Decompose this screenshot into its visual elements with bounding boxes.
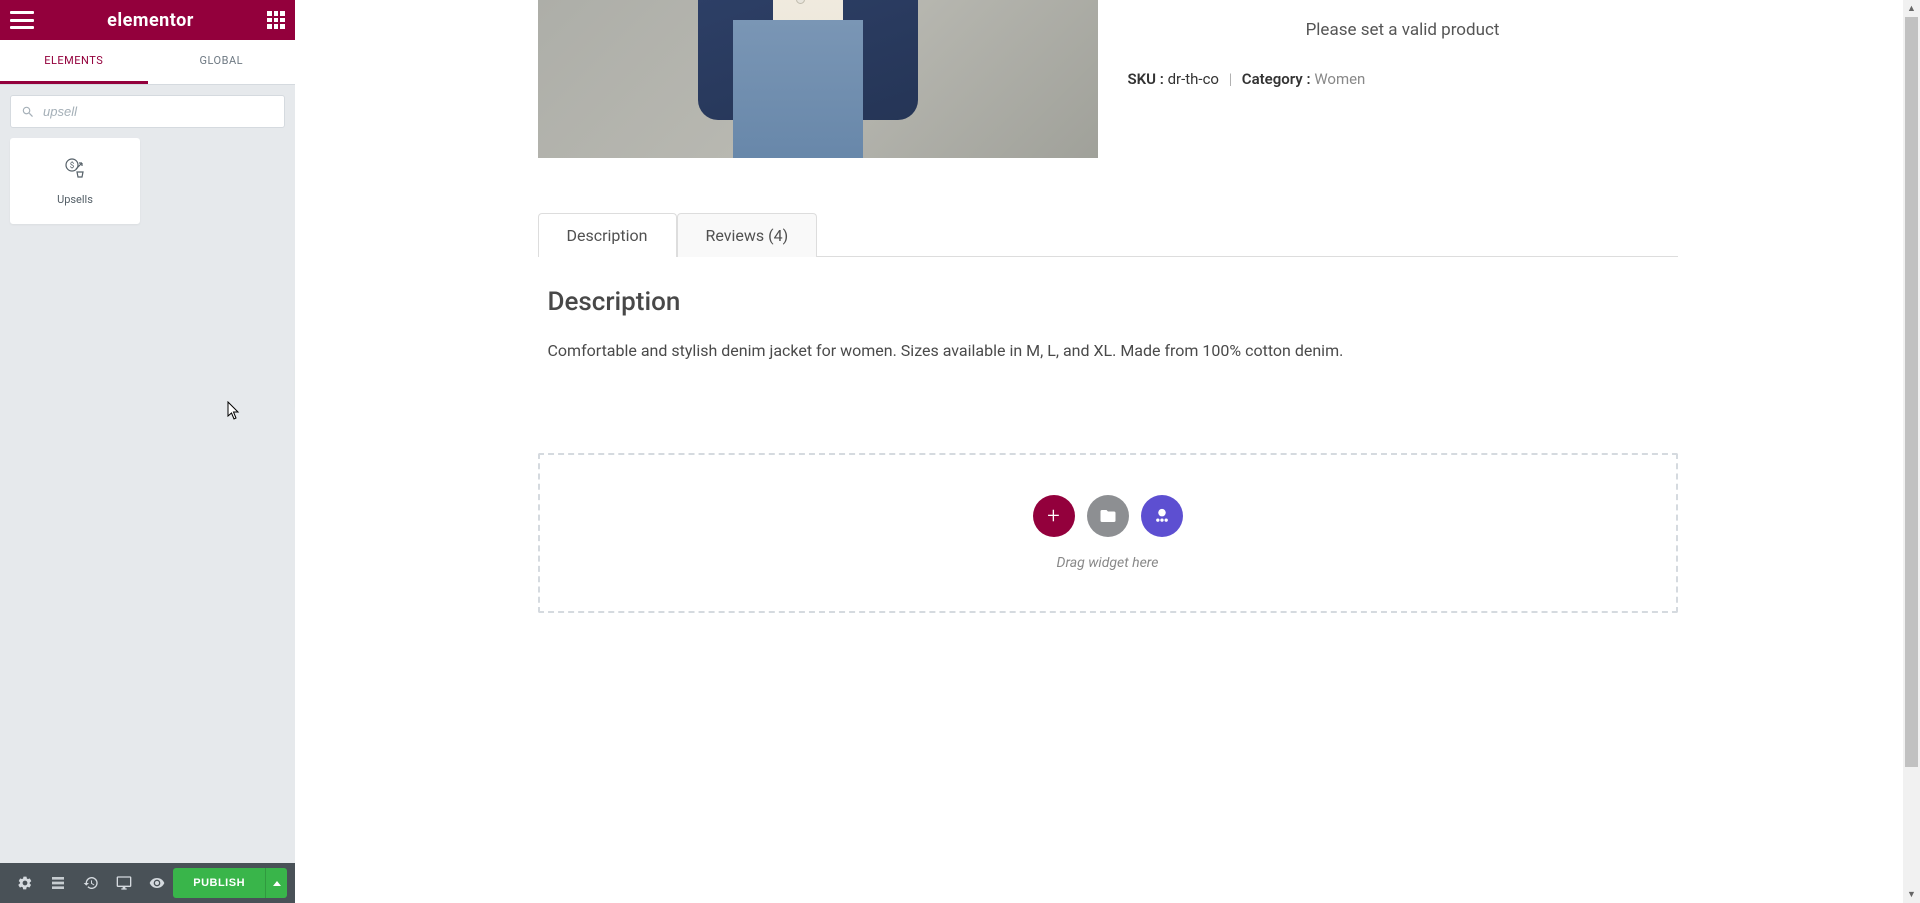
add-template-button[interactable]	[1087, 495, 1129, 537]
panel-tabs: ELEMENTS GLOBAL	[0, 40, 295, 85]
elementor-sidebar: elementor ELEMENTS GLOBAL $	[0, 0, 295, 903]
history-button[interactable]	[74, 863, 107, 903]
product-tabs: Description Reviews (4)	[538, 212, 1678, 257]
widget-upsells[interactable]: $ Upsells	[10, 138, 140, 224]
sidebar-footer: PUBLISH	[0, 863, 295, 903]
upsells-icon: $	[62, 157, 88, 183]
description-heading: Description	[548, 287, 1668, 317]
search-icon	[21, 105, 35, 119]
scrollbar-thumb[interactable]	[1905, 17, 1918, 767]
description-text: Comfortable and stylish denim jacket for…	[548, 339, 1668, 363]
logo: elementor	[107, 10, 194, 31]
ai-button[interactable]	[1141, 495, 1183, 537]
product-meta-row: SKU : dr-th-co | Category : Women	[1128, 70, 1678, 88]
drop-section[interactable]: + Drag widget here	[538, 453, 1678, 613]
scroll-down-arrow[interactable]: ▼	[1903, 886, 1920, 903]
search-widgets[interactable]	[10, 95, 285, 128]
publish-options-button[interactable]	[265, 868, 287, 898]
settings-button[interactable]	[8, 863, 41, 903]
category-link[interactable]: Women	[1314, 70, 1365, 88]
tab-content: Description Comfortable and stylish deni…	[538, 257, 1678, 423]
preview-button[interactable]	[140, 863, 173, 903]
scroll-up-arrow[interactable]: ▲	[1903, 0, 1920, 17]
product-notice: Please set a valid product	[1128, 20, 1678, 40]
tab-description[interactable]: Description	[538, 213, 677, 257]
editor-canvas: Please set a valid product SKU : dr-th-c…	[295, 0, 1920, 903]
tab-elements[interactable]: ELEMENTS	[0, 40, 148, 84]
search-input[interactable]	[43, 104, 274, 119]
sku-label: SKU :	[1128, 70, 1164, 88]
apps-icon[interactable]	[267, 11, 285, 29]
category-label: Category :	[1242, 70, 1311, 88]
scrollbar[interactable]: ▲ ▼	[1903, 0, 1920, 903]
folder-icon	[1099, 507, 1117, 525]
menu-icon[interactable]	[10, 11, 34, 29]
navigator-button[interactable]	[41, 863, 74, 903]
drop-label: Drag widget here	[560, 555, 1656, 571]
tab-global[interactable]: GLOBAL	[148, 40, 296, 84]
publish-button[interactable]: PUBLISH	[173, 868, 265, 898]
product-image	[538, 0, 1098, 158]
add-section-button[interactable]: +	[1033, 495, 1075, 537]
responsive-button[interactable]	[107, 863, 140, 903]
sidebar-header: elementor	[0, 0, 295, 40]
svg-text:$: $	[70, 161, 75, 170]
widget-label: Upsells	[57, 193, 93, 206]
ai-icon	[1152, 506, 1172, 526]
tab-reviews[interactable]: Reviews (4)	[677, 213, 818, 257]
sku-value: dr-th-co	[1168, 70, 1219, 88]
